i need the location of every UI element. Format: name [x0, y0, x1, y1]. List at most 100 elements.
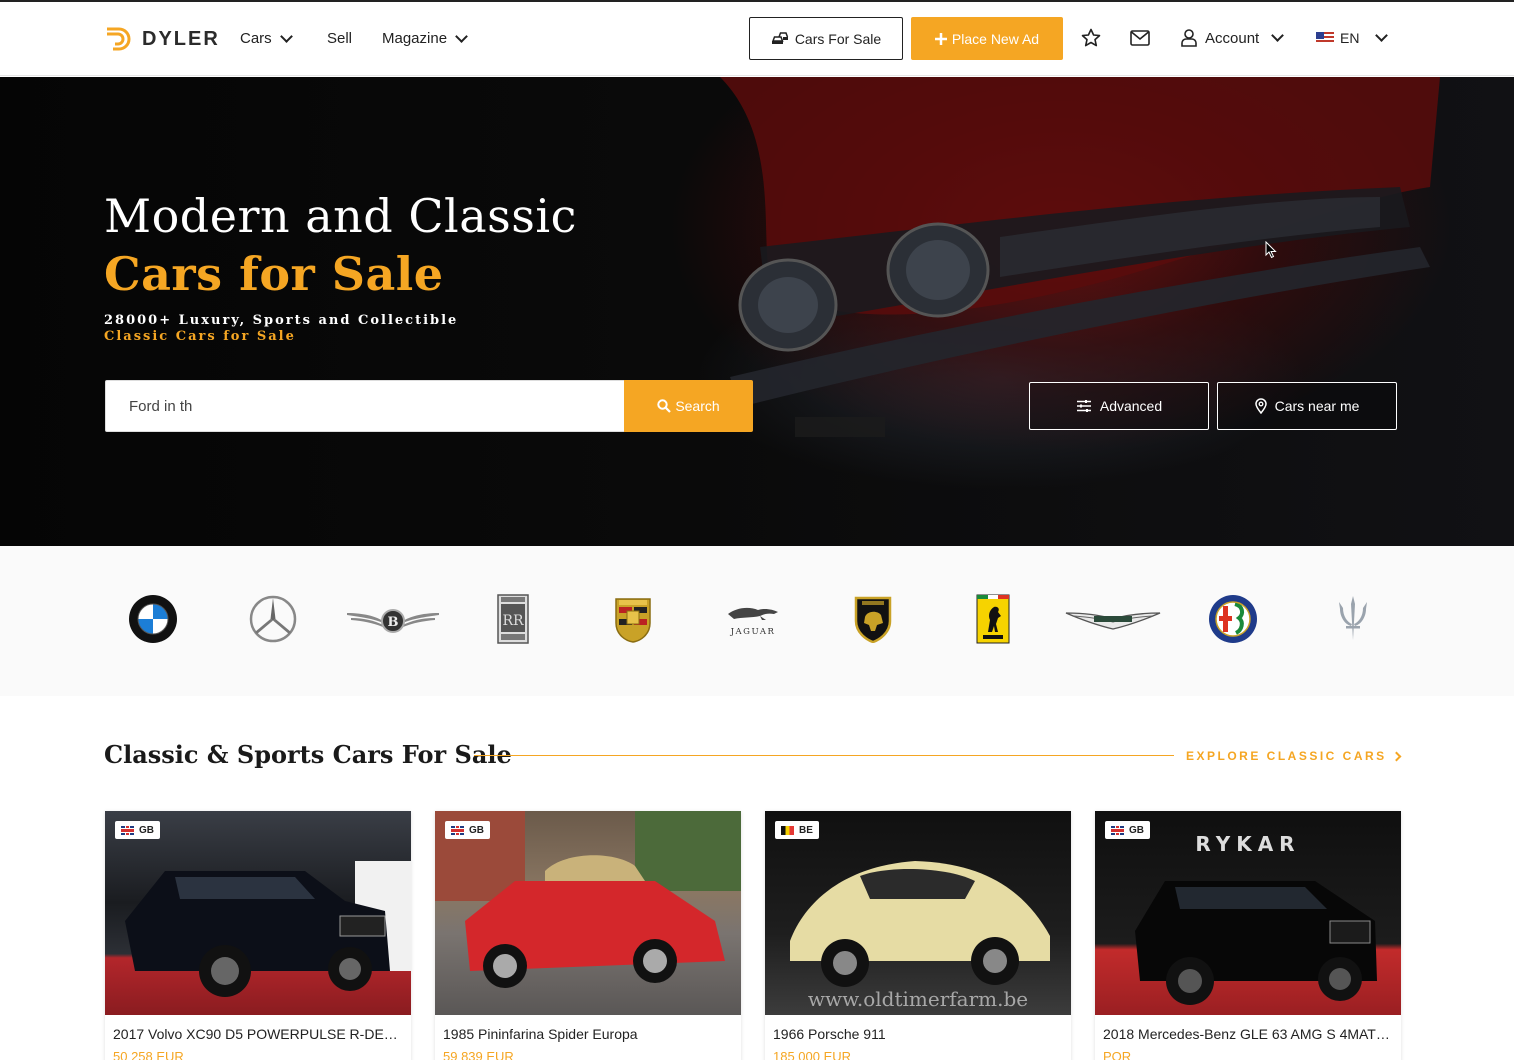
place-new-ad-label: Place New Ad — [951, 30, 1040, 47]
hero-title-line1: Modern and Classic — [104, 189, 577, 243]
mail-icon[interactable] — [1130, 30, 1150, 46]
be-flag-icon — [781, 825, 794, 835]
country-badge: GB — [1105, 821, 1150, 839]
chevron-down-icon — [1375, 29, 1389, 42]
country-code: GB — [1129, 824, 1144, 836]
listing-title[interactable]: 2018 Mercedes-Benz GLE 63 AMG S 4MATIC..… — [1103, 1026, 1393, 1042]
svg-text:RR: RR — [502, 613, 524, 629]
pininfarina-spider-photo — [435, 811, 741, 988]
listing-card[interactable]: GB 1985 Pininfarina Spider Europa 59 839… — [435, 811, 741, 1060]
ferrari-logo[interactable] — [953, 594, 1033, 644]
nav-magazine-label: Magazine — [382, 30, 448, 47]
cars-for-sale-button[interactable]: Cars For Sale — [749, 17, 903, 60]
brand-logos-row: B RR JAGUAR — [0, 546, 1514, 696]
gb-flag-icon — [451, 825, 464, 835]
maserati-logo[interactable] — [1313, 594, 1393, 644]
lamborghini-logo[interactable] — [833, 594, 913, 644]
listing-card[interactable]: GB 2017 Volvo XC90 D5 POWERPULSE R-DESIG… — [105, 811, 411, 1060]
jaguar-wordmark: JAGUAR — [730, 627, 776, 636]
section-title: Classic & Sports Cars For Sale — [104, 740, 512, 769]
site-logo[interactable]: DYLER — [104, 24, 220, 54]
hero-section: Modern and Classic Cars for Sale 28000+ … — [0, 77, 1514, 546]
nav-cars[interactable]: Cars — [240, 29, 293, 47]
hero-subtitle-line1: 28000+ Luxury, Sports and Collectible — [104, 313, 459, 328]
search-icon — [657, 399, 672, 413]
listing-image[interactable]: GB — [105, 811, 411, 1015]
site-header: DYLER Cars Sell Magazine Cars For Sale P… — [0, 2, 1514, 76]
cars-icon — [771, 31, 789, 44]
listing-image[interactable]: RYKAR GB — [1095, 811, 1401, 1015]
advanced-label: Advanced — [1099, 398, 1163, 414]
star-icon[interactable] — [1081, 28, 1101, 48]
language-selector[interactable]: EN — [1316, 29, 1389, 46]
aston-martin-logo[interactable] — [1062, 594, 1164, 644]
svg-text:B: B — [388, 615, 399, 630]
mercedes-star-icon — [249, 595, 297, 643]
advanced-search-button[interactable]: Advanced — [1029, 382, 1209, 430]
listing-price: 59 839 EUR — [443, 1049, 514, 1060]
rykar-sign: RYKAR — [1195, 832, 1300, 856]
search-button-label: Search — [675, 398, 720, 414]
nav-sell[interactable]: Sell — [327, 30, 352, 47]
listing-image[interactable]: GB — [435, 811, 741, 1015]
listing-image[interactable]: www.oldtimerfarm.be BE — [765, 811, 1071, 1015]
nav-sell-label: Sell — [327, 30, 353, 47]
bentley-wings-icon: B — [347, 609, 439, 633]
mercedes-logo[interactable] — [233, 594, 313, 644]
account-label: Account — [1205, 29, 1260, 47]
rolls-royce-logo[interactable]: RR — [473, 594, 553, 644]
porsche-logo[interactable] — [593, 594, 673, 644]
nav-cars-label: Cars — [240, 30, 272, 47]
explore-label: EXPLORE CLASSIC CARS — [1186, 749, 1387, 763]
bentley-logo[interactable]: B — [340, 594, 446, 644]
country-badge: BE — [775, 821, 819, 839]
explore-classic-cars-link[interactable]: EXPLORE CLASSIC CARS — [1186, 749, 1402, 763]
search-input[interactable]: Ford in th — [105, 380, 625, 432]
chevron-down-icon — [455, 29, 468, 43]
language-label: EN — [1340, 30, 1360, 46]
chevron-down-icon — [1271, 29, 1285, 42]
listing-title[interactable]: 2017 Volvo XC90 D5 POWERPULSE R-DESIGN — [113, 1026, 403, 1042]
porsche-crest-icon — [615, 598, 651, 643]
listing-price: 185 000 EUR — [773, 1049, 852, 1060]
mercedes-gle-photo: RYKAR — [1135, 832, 1377, 1005]
search-input-value: Ford in th — [129, 397, 193, 415]
map-pin-icon — [1254, 398, 1267, 414]
hero-title-line2: Cars for Sale — [104, 247, 444, 301]
country-badge: GB — [445, 821, 490, 839]
near-me-label: Cars near me — [1274, 398, 1360, 414]
jaguar-logo[interactable]: JAGUAR — [710, 594, 796, 644]
bmw-logo[interactable] — [113, 594, 193, 644]
chevron-down-icon — [279, 29, 293, 43]
listing-card[interactable]: www.oldtimerfarm.be BE 1966 Porsche 911 … — [765, 811, 1071, 1060]
alfa-romeo-logo[interactable] — [1193, 594, 1273, 644]
account-menu[interactable]: Account — [1181, 29, 1285, 47]
hero-car-image — [720, 77, 1440, 437]
country-code: BE — [799, 824, 813, 836]
search-button[interactable]: Search — [624, 380, 753, 432]
listing-title[interactable]: 1966 Porsche 911 — [773, 1026, 1063, 1042]
chevron-right-icon — [1391, 751, 1402, 761]
listing-card[interactable]: RYKAR GB 2018 Mercedes-Benz GLE 63 AMG S… — [1095, 811, 1401, 1060]
alfa-romeo-badge-icon — [1209, 595, 1257, 643]
maserati-trident-icon — [1339, 596, 1367, 640]
aston-martin-wings-icon — [1065, 612, 1161, 630]
logo-text: DYLER — [142, 27, 220, 50]
dyler-logo-icon — [107, 27, 131, 51]
porsche-911-photo: www.oldtimerfarm.be — [790, 861, 1050, 1011]
lamborghini-shield-icon — [854, 596, 892, 643]
listing-price: POR — [1103, 1049, 1132, 1060]
cars-near-me-button[interactable]: Cars near me — [1217, 382, 1397, 430]
user-icon — [1181, 29, 1197, 47]
plus-icon — [934, 32, 947, 45]
rolls-royce-icon: RR — [497, 594, 529, 644]
nav-magazine[interactable]: Magazine — [382, 29, 468, 47]
cars-for-sale-label: Cars For Sale — [794, 30, 882, 47]
gb-flag-icon — [121, 825, 134, 835]
place-new-ad-button[interactable]: Place New Ad — [911, 17, 1063, 60]
listing-title[interactable]: 1985 Pininfarina Spider Europa — [443, 1026, 733, 1042]
watermark-text: www.oldtimerfarm.be — [808, 987, 1028, 1011]
country-code: GB — [139, 824, 154, 836]
mouse-cursor-icon — [1265, 241, 1277, 259]
ferrari-prancing-horse-icon — [976, 594, 1010, 644]
